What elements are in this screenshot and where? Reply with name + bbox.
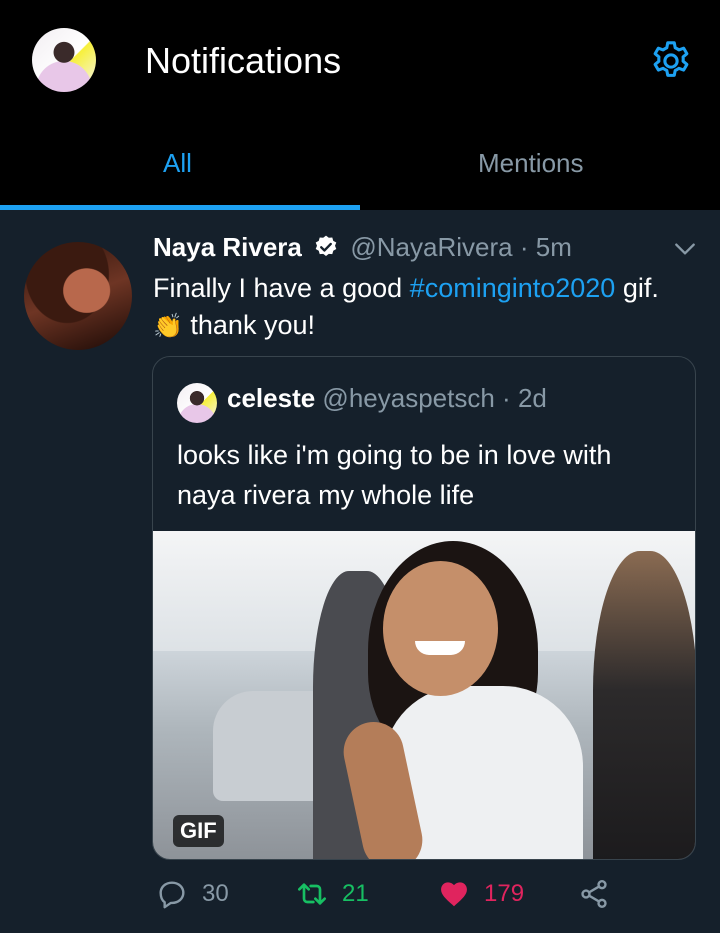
retweet-icon <box>298 883 326 905</box>
hashtag-link[interactable]: #cominginto2020 <box>410 273 616 303</box>
reply-count: 30 <box>202 880 229 907</box>
gif-woman-smile <box>415 641 465 655</box>
gif-woman-face <box>383 561 498 696</box>
gear-icon[interactable] <box>648 38 694 84</box>
gif-person-right <box>593 551 695 859</box>
author-name[interactable]: Naya Rivera <box>153 232 302 262</box>
retweet-count: 21 <box>342 880 369 907</box>
tweet-timestamp: 5m <box>535 232 572 262</box>
meta-separator: · <box>519 232 529 262</box>
verified-badge-icon <box>315 235 337 256</box>
tweet-text-after: thank you! <box>182 310 315 340</box>
tweet-text-before: Finally I have a good <box>153 273 410 303</box>
tab-all[interactable]: All <box>0 148 360 179</box>
like-button[interactable]: 179 <box>438 878 524 910</box>
top-app-bar: Notifications All Mentions <box>0 0 720 210</box>
share-icon[interactable] <box>578 878 610 910</box>
retweet-button[interactable]: 21 <box>296 878 369 910</box>
clapping-hands-emoji: 👏 <box>153 313 183 340</box>
tweet-text: Finally I have a good #cominginto2020 gi… <box>153 270 693 345</box>
heart-icon <box>441 882 467 907</box>
quote-author-handle: @heyaspetsch <box>322 383 495 413</box>
tweet-card[interactable]: Naya Rivera @NayaRivera · 5m Finally I h… <box>0 210 720 933</box>
quoted-tweet[interactable]: celeste @heyaspetsch · 2d looks like i'm… <box>152 356 696 860</box>
chevron-down-icon[interactable] <box>672 238 698 260</box>
quote-author-avatar <box>177 383 217 423</box>
quote-author-line: celeste @heyaspetsch · 2d <box>227 383 547 414</box>
author-handle: @NayaRivera <box>350 232 513 262</box>
gif-badge: GIF <box>173 815 224 847</box>
gif-media[interactable]: GIF <box>153 531 695 859</box>
page-title: Notifications <box>145 40 342 81</box>
reply-button[interactable]: 30 <box>156 878 229 910</box>
profile-avatar[interactable] <box>32 28 96 92</box>
author-avatar[interactable] <box>24 242 132 350</box>
tweet-text-mid: gif. <box>615 273 659 303</box>
like-count: 179 <box>484 880 525 907</box>
reply-icon <box>159 881 185 909</box>
tweet-author-line: Naya Rivera @NayaRivera · 5m <box>153 232 572 263</box>
quote-meta-separator: · <box>502 383 511 413</box>
quote-author-name: celeste <box>227 383 316 413</box>
quote-timestamp: 2d <box>517 383 547 413</box>
tweet-actions: 30 21 179 <box>0 878 720 922</box>
tab-mentions[interactable]: Mentions <box>360 148 720 179</box>
quote-text: looks like i'm going to be in love with … <box>177 440 612 510</box>
